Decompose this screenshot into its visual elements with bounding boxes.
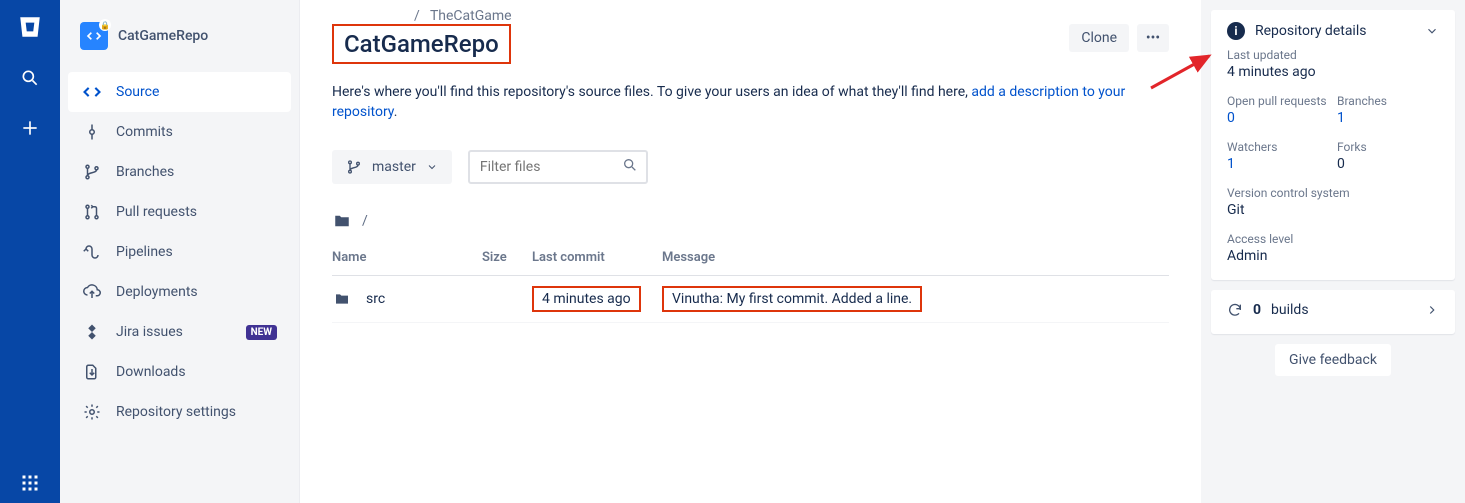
desc-text: Here's where you'll find this repository… (332, 84, 971, 100)
commit-icon (82, 122, 102, 142)
table-row[interactable]: src 4 minutes ago Vinutha: My first comm… (332, 276, 1169, 323)
path-breadcrumb: / (332, 212, 1169, 230)
open-pr-label: Open pull requests (1227, 94, 1329, 108)
last-updated-value: 4 minutes ago (1227, 64, 1439, 80)
desc-dot: . (394, 104, 398, 120)
card-title: Repository details (1255, 23, 1366, 39)
chevron-right-icon (1425, 303, 1439, 317)
sidebar-item-source[interactable]: Source (68, 72, 291, 112)
chevron-down-icon (1425, 24, 1439, 38)
file-name: src (366, 291, 385, 307)
feedback-button[interactable]: Give feedback (1275, 344, 1391, 376)
plus-icon[interactable] (18, 116, 42, 140)
breadcrumb: / TheCatGame (332, 8, 1169, 24)
lock-icon: 🔒 (99, 19, 111, 31)
pull-request-icon (82, 202, 102, 222)
watchers-value[interactable]: 1 (1227, 156, 1329, 172)
branch-icon (82, 162, 102, 182)
col-size: Size (482, 242, 532, 276)
new-badge: NEW (246, 325, 277, 340)
repo-name: CatGameRepo (118, 28, 208, 44)
col-message: Message (662, 242, 1169, 276)
sidebar-item-label: Source (116, 84, 159, 100)
sidebar-item-commits[interactable]: Commits (68, 112, 291, 152)
bitbucket-logo[interactable] (17, 14, 43, 40)
branch-name: master (372, 159, 416, 175)
repo-header[interactable]: 🔒 CatGameRepo (68, 16, 291, 72)
clone-button[interactable]: Clone (1069, 24, 1129, 52)
sidebar-item-label: Commits (116, 124, 173, 140)
branches-label: Branches (1337, 94, 1439, 108)
sidebar-item-settings[interactable]: Repository settings (68, 392, 291, 432)
builds-label: builds (1271, 302, 1309, 318)
breadcrumb-sep: / (414, 8, 420, 24)
repo-avatar: 🔒 (80, 22, 108, 50)
branch-icon (346, 159, 362, 175)
jira-icon (82, 322, 102, 342)
settings-icon (82, 402, 102, 422)
sidebar-item-label: Pipelines (116, 244, 173, 260)
sidebar-item-pipelines[interactable]: Pipelines (68, 232, 291, 272)
last-commit-highlight: 4 minutes ago (532, 286, 641, 312)
col-last-commit: Last commit (532, 242, 662, 276)
last-updated-label: Last updated (1227, 48, 1439, 62)
sidebar: 🔒 CatGameRepo Source Commits Branches Pu… (60, 0, 300, 503)
sidebar-item-label: Downloads (116, 364, 186, 380)
filter-input[interactable] (468, 150, 648, 184)
sidebar-item-label: Deployments (116, 284, 198, 300)
repo-details-card: i Repository details Last updated 4 minu… (1211, 10, 1455, 280)
sidebar-item-downloads[interactable]: Downloads (68, 352, 291, 392)
path-sep: / (362, 213, 368, 229)
folder-icon (332, 291, 352, 307)
code-icon (82, 82, 102, 102)
sidebar-item-label: Pull requests (116, 204, 197, 220)
folder-icon (332, 212, 352, 230)
chevron-down-icon (426, 161, 438, 173)
sidebar-item-pull-requests[interactable]: Pull requests (68, 192, 291, 232)
file-table: Name Size Last commit Message src 4 minu… (332, 242, 1169, 323)
main-content: / TheCatGame CatGameRepo Clone ••• Here'… (300, 0, 1201, 503)
search-icon[interactable] (18, 66, 42, 90)
refresh-icon (1227, 302, 1243, 318)
col-name: Name (332, 242, 482, 276)
watchers-label: Watchers (1227, 140, 1329, 154)
global-nav (0, 0, 60, 503)
sidebar-item-label: Repository settings (116, 404, 236, 420)
info-icon: i (1227, 22, 1245, 40)
message-highlight: Vinutha: My first commit. Added a line. (662, 286, 922, 312)
sidebar-item-label: Branches (116, 164, 174, 180)
repo-description: Here's where you'll find this repository… (332, 82, 1132, 122)
builds-card[interactable]: 0 builds (1211, 290, 1455, 334)
more-button[interactable]: ••• (1137, 24, 1169, 52)
access-value: Admin (1227, 248, 1439, 264)
download-icon (82, 362, 102, 382)
open-pr-value[interactable]: 0 (1227, 110, 1329, 126)
sidebar-item-branches[interactable]: Branches (68, 152, 291, 192)
apps-icon[interactable] (18, 471, 42, 495)
page-title: CatGameRepo (334, 26, 509, 62)
deploy-icon (82, 282, 102, 302)
commit-message: Vinutha: My first commit. Added a line. (672, 291, 912, 307)
sidebar-item-label: Jira issues (116, 324, 183, 340)
branch-selector[interactable]: master (332, 150, 452, 184)
forks-value: 0 (1337, 156, 1439, 172)
builds-count: 0 (1253, 302, 1261, 318)
file-size (482, 276, 532, 323)
branches-value[interactable]: 1 (1337, 110, 1439, 126)
forks-label: Forks (1337, 140, 1439, 154)
breadcrumb-project[interactable]: TheCatGame (430, 8, 512, 24)
page-title-highlight: CatGameRepo (332, 24, 511, 64)
sidebar-item-deployments[interactable]: Deployments (68, 272, 291, 312)
card-title-row[interactable]: i Repository details (1227, 22, 1439, 40)
access-label: Access level (1227, 232, 1439, 246)
vcs-label: Version control system (1227, 186, 1439, 200)
vcs-value: Git (1227, 202, 1439, 218)
sidebar-item-jira-issues[interactable]: Jira issues NEW (68, 312, 291, 352)
last-commit: 4 minutes ago (542, 291, 631, 307)
details-panel: i Repository details Last updated 4 minu… (1201, 0, 1465, 503)
search-icon (622, 157, 638, 173)
pipeline-icon (82, 242, 102, 262)
